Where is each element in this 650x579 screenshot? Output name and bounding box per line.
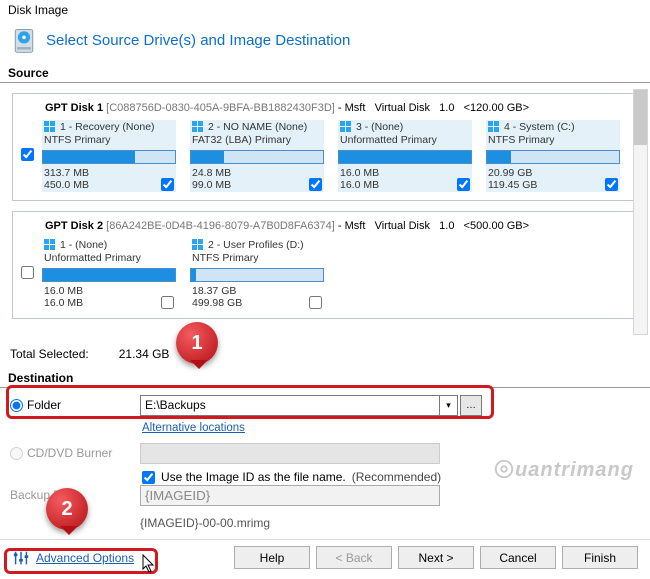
disk-block: GPT Disk 1 [C088756D-0830-405A-9BFA-BB18… xyxy=(12,93,634,201)
partition-used: 24.8 MB xyxy=(192,167,231,179)
bottom-bar: Advanced Options Help < Back Next > Canc… xyxy=(0,539,650,579)
partition-label: 2 - NO NAME (None) xyxy=(208,121,307,133)
recommended-text: (Recommended) xyxy=(352,470,441,484)
partition-used: 313.7 MB xyxy=(44,167,89,179)
use-imageid-label: Use the Image ID as the file name. xyxy=(161,470,346,484)
alternative-locations-link[interactable]: Alternative locations xyxy=(142,422,640,434)
imageid-input xyxy=(140,485,440,506)
folder-dropdown-button[interactable]: ▾ xyxy=(440,395,458,416)
filename-preview: {IMAGEID}-00-00.mrimg xyxy=(140,516,270,530)
partition-total: 99.0 MB xyxy=(192,179,231,191)
cancel-button[interactable]: Cancel xyxy=(480,546,556,569)
advanced-options-text: Advanced Options xyxy=(36,551,134,565)
back-button: < Back xyxy=(316,546,392,569)
disk-icon xyxy=(10,26,38,54)
partition-checkbox[interactable] xyxy=(309,296,322,309)
partition-used: 16.0 MB xyxy=(44,285,83,297)
folder-label-text: Folder xyxy=(27,398,61,412)
usage-bar xyxy=(42,150,176,164)
next-button[interactable]: Next > xyxy=(398,546,474,569)
total-row: Total Selected: 21.34 GB xyxy=(0,335,650,369)
backup-filename-label: Backup File xyxy=(10,488,130,502)
usage-bar xyxy=(190,268,324,282)
partition-checkbox[interactable] xyxy=(161,296,174,309)
disk-checkbox[interactable] xyxy=(21,148,34,161)
partition-label: 4 - System (C:) xyxy=(504,121,575,133)
partition-label: 2 - User Profiles (D:) xyxy=(208,239,304,251)
partition-fs: NTFS Primary xyxy=(42,134,176,148)
partition-label: 1 - Recovery (None) xyxy=(60,121,155,133)
destination-area: Folder ▾ … Alternative locations CD/DVD … xyxy=(0,388,650,544)
partition-used: 18.37 GB xyxy=(192,285,242,297)
cd-radio-label[interactable]: CD/DVD Burner xyxy=(10,446,130,460)
source-section-label: Source xyxy=(0,64,650,83)
partition-total: 119.45 GB xyxy=(488,179,537,191)
finish-button[interactable]: Finish xyxy=(562,546,638,569)
cd-radio xyxy=(10,447,23,460)
disk-header: GPT Disk 2 [86A242BE-0D4B-4196-8079-A7B0… xyxy=(45,220,625,232)
partition-total: 499.98 GB xyxy=(192,297,242,309)
scrollbar[interactable] xyxy=(633,89,648,335)
partition[interactable]: 1 - Recovery (None) NTFS Primary 313.7 M… xyxy=(42,120,176,192)
partition-checkbox[interactable] xyxy=(309,178,322,191)
partition[interactable]: 1 - (None) Unformatted Primary 16.0 MB16… xyxy=(42,238,176,310)
partition[interactable]: 2 - User Profiles (D:) NTFS Primary 18.3… xyxy=(190,238,324,310)
partition-fs: Unformatted Primary xyxy=(42,252,176,266)
partition-fs: Unformatted Primary xyxy=(338,134,472,148)
folder-radio[interactable] xyxy=(10,399,23,412)
partition-label: 1 - (None) xyxy=(60,239,107,251)
sliders-icon xyxy=(12,549,30,567)
folder-radio-label[interactable]: Folder xyxy=(10,398,130,412)
header: Select Source Drive(s) and Image Destina… xyxy=(0,20,650,64)
partition-checkbox[interactable] xyxy=(161,178,174,191)
partition-total: 450.0 MB xyxy=(44,179,89,191)
partition[interactable]: 4 - System (C:) NTFS Primary 20.99 GB119… xyxy=(486,120,620,192)
partition-checkbox[interactable] xyxy=(605,178,618,191)
usage-bar xyxy=(42,268,176,282)
partition[interactable]: 2 - NO NAME (None) FAT32 (LBA) Primary 2… xyxy=(190,120,324,192)
partition-label: 3 - (None) xyxy=(356,121,403,133)
cd-input xyxy=(140,443,440,464)
disk-checkbox[interactable] xyxy=(21,266,34,279)
total-selected-label: Total Selected: xyxy=(10,347,89,361)
partition[interactable]: 3 - (None) Unformatted Primary 16.0 MB16… xyxy=(338,120,472,192)
partition-used: 20.99 GB xyxy=(488,167,537,179)
window-title: Disk Image xyxy=(0,0,650,20)
partition-fs: NTFS Primary xyxy=(190,252,324,266)
help-button[interactable]: Help xyxy=(234,546,310,569)
advanced-options-link[interactable]: Advanced Options xyxy=(12,549,134,567)
partition-total: 16.0 MB xyxy=(340,179,379,191)
usage-bar xyxy=(486,150,620,164)
scrollbar-thumb[interactable] xyxy=(634,90,647,145)
partition-fs: FAT32 (LBA) Primary xyxy=(190,134,324,148)
partition-total: 16.0 MB xyxy=(44,297,83,309)
disk-block: GPT Disk 2 [86A242BE-0D4B-4196-8079-A7B0… xyxy=(12,211,634,319)
source-area: GPT Disk 1 [C088756D-0830-405A-9BFA-BB18… xyxy=(0,83,650,335)
partition-checkbox[interactable] xyxy=(457,178,470,191)
usage-bar xyxy=(338,150,472,164)
partition-used: 16.0 MB xyxy=(340,167,379,179)
usage-bar xyxy=(190,150,324,164)
cd-label-text: CD/DVD Burner xyxy=(27,446,112,460)
partition-fs: NTFS Primary xyxy=(486,134,620,148)
folder-path-input[interactable] xyxy=(140,395,440,416)
total-selected-value: 21.34 GB xyxy=(119,347,170,361)
page-title: Select Source Drive(s) and Image Destina… xyxy=(46,32,350,49)
use-imageid-checkbox[interactable] xyxy=(142,471,155,484)
disk-header: GPT Disk 1 [C088756D-0830-405A-9BFA-BB18… xyxy=(45,102,625,114)
destination-section-label: Destination xyxy=(0,369,650,388)
browse-button[interactable]: … xyxy=(460,395,482,416)
